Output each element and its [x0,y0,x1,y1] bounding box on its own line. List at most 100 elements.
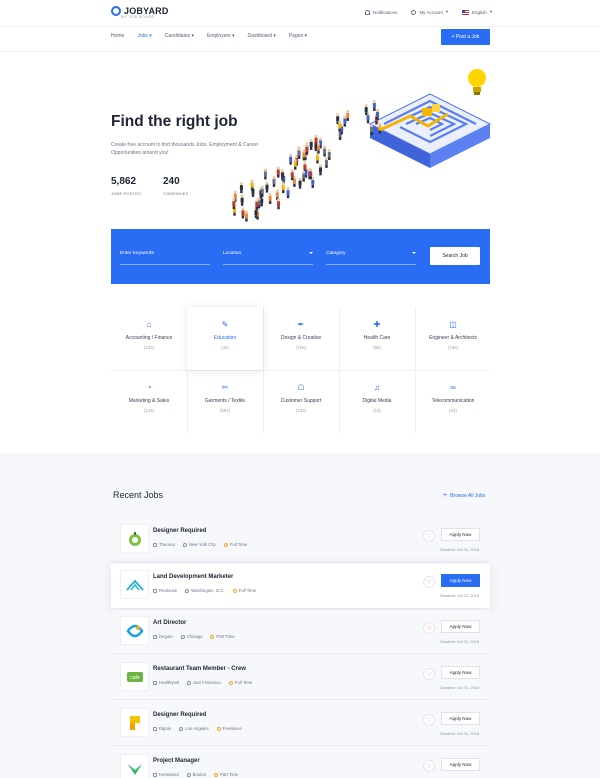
apply-now-button[interactable]: Apply Now [441,666,480,679]
job-row[interactable]: Art Director Degoin Chicago Part Time ♡ Apply… [111,610,490,654]
nav-item-candidates[interactable]: Candidates ▾ [165,33,194,39]
apply-now-button[interactable]: Apply Now [441,758,480,771]
category-select[interactable]: Category [326,251,416,265]
location: Chicago [180,634,202,639]
person-figure [290,169,294,181]
map-pin-icon [180,634,185,639]
headphones-icon: ♫ [374,383,380,392]
job-title[interactable]: Designer Required [153,528,206,534]
job-title[interactable]: Restaurant Team Member - Crew [153,666,246,672]
company-logo [120,754,149,778]
divider [0,26,600,27]
person-figure [364,104,368,116]
category-card[interactable]: ◫ Engineer & Architects (188) [415,307,491,370]
person-figure [323,145,327,157]
briefcase-icon [153,680,157,685]
apply-now-button[interactable]: Apply Now [441,620,480,633]
location-select[interactable]: Location [223,251,313,265]
apply-now-button[interactable]: Apply Now [441,574,480,587]
keywords-input[interactable]: Enter Keywords [120,251,210,265]
category-card[interactable]: ♫ Digital Media (15) [339,370,415,433]
company: Homeland [153,772,179,777]
category-card[interactable]: ∞ Telecommunication (03) [415,370,491,433]
apply-now-button[interactable]: Apply Now [441,712,480,725]
nav-item-pages[interactable]: Pages ▾ [289,33,307,39]
maze-crowd-illustration [232,69,492,222]
favorite-heart-icon[interactable]: ♡ [423,622,435,634]
job-type: Part Time [210,634,235,639]
stat-label: JOBS POSTED [111,191,142,196]
category-card[interactable]: ⌂ Accounting / Finance (233) [111,307,187,370]
company: Realouse [153,588,177,593]
deadline: Deadline: Oct 31, 2018 [440,732,479,736]
person-figure [302,170,306,182]
category-count: (03) [449,408,457,413]
nav-item-jobs[interactable]: Jobs ▾ [137,33,151,39]
person-figure [232,198,236,210]
category-count: (584) [219,408,231,413]
favorite-heart-icon[interactable]: ♡ [423,668,435,680]
location: New York City [183,542,216,547]
plus-icon: + [443,492,448,499]
category-card[interactable]: ✒ Design & Creative (156) [263,307,339,370]
nav-item-home[interactable]: Home [111,33,124,39]
person-figure [324,156,328,168]
category-card[interactable]: ✚ Health Care (98) [339,307,415,370]
job-title[interactable]: Land Development Marketer [153,574,233,580]
person-figure [239,182,243,194]
person-figure [244,210,248,222]
company: Theoreo [153,542,175,547]
job-title[interactable]: Art Director [153,620,186,626]
job-type: Full Time [228,680,252,685]
job-type: Full Time [232,588,256,593]
deadline: Deadline: Oct 31, 2018 [440,548,479,552]
map-pin-icon [179,726,184,731]
headset-box-icon: ☖ [297,383,305,392]
job-title[interactable]: Designer Required [153,712,206,718]
job-row[interactable]: Land Development Marketer Realouse Washing… [111,564,490,608]
category-card[interactable]: ✎ Education (46) [187,307,263,370]
favorite-heart-icon[interactable]: ♡ [423,576,435,588]
job-type: Full Time [223,542,247,547]
job-row[interactable]: cafe Restaurant Team Member - Crew Healthy… [111,656,490,700]
job-row[interactable]: Project Manager Homeland Boston Part Time ♡ A… [111,748,490,778]
favorite-heart-icon[interactable]: ♡ [423,714,435,726]
account-menu[interactable]: My Account ▾ [411,9,448,15]
category-card[interactable]: ☖ Customer Support (233) [263,370,339,433]
nav-item-employers[interactable]: Employers ▾ [207,33,235,39]
map-pin-icon [185,588,190,593]
person-figure [272,175,276,187]
nav-item-dashboard[interactable]: Dashboard ▾ [248,33,276,39]
job-row[interactable]: Designer Required Digoin Los Angeles Freela… [111,702,490,746]
person-figure [315,152,319,164]
category-card[interactable]: ◔ Marketing & Sales (124) [111,370,187,433]
person-figure [280,169,284,181]
map-pin-icon [187,680,192,685]
notifications-link[interactable]: Notifications [364,9,397,15]
person-figure [338,120,342,132]
job-meta: Realouse Washington, D.C. Full Time [153,588,256,593]
person-figure [293,158,297,170]
category-count: (15) [373,408,381,413]
person-figure [378,122,382,134]
apply-now-button[interactable]: Apply Now [441,528,480,541]
clock-icon [232,588,237,593]
job-title[interactable]: Project Manager [153,758,200,764]
person-figure [281,182,285,194]
search-job-button[interactable]: Search Job [430,247,480,265]
category-name: Telecommunication [431,398,475,404]
language-selector[interactable]: English ▾ [461,9,492,15]
browse-all-jobs-link[interactable]: + Browse All Jobs [443,492,485,499]
post-job-button[interactable]: + Post a Job [441,29,490,45]
clock-icon [216,726,221,731]
category-name: Marketing & Sales [128,398,170,404]
category-card[interactable]: ✂ Garments / Textile (584) [187,370,263,433]
person-figure [297,147,301,159]
person-figure [343,115,347,127]
favorite-heart-icon[interactable]: ♡ [423,760,435,772]
category-name: Garments / Textile [204,398,246,404]
job-row[interactable]: Designer Required Theoreo New York City Ful… [111,518,490,562]
person-figure [268,192,272,204]
favorite-heart-icon[interactable]: ♡ [423,530,435,542]
briefcase-icon [153,588,157,593]
